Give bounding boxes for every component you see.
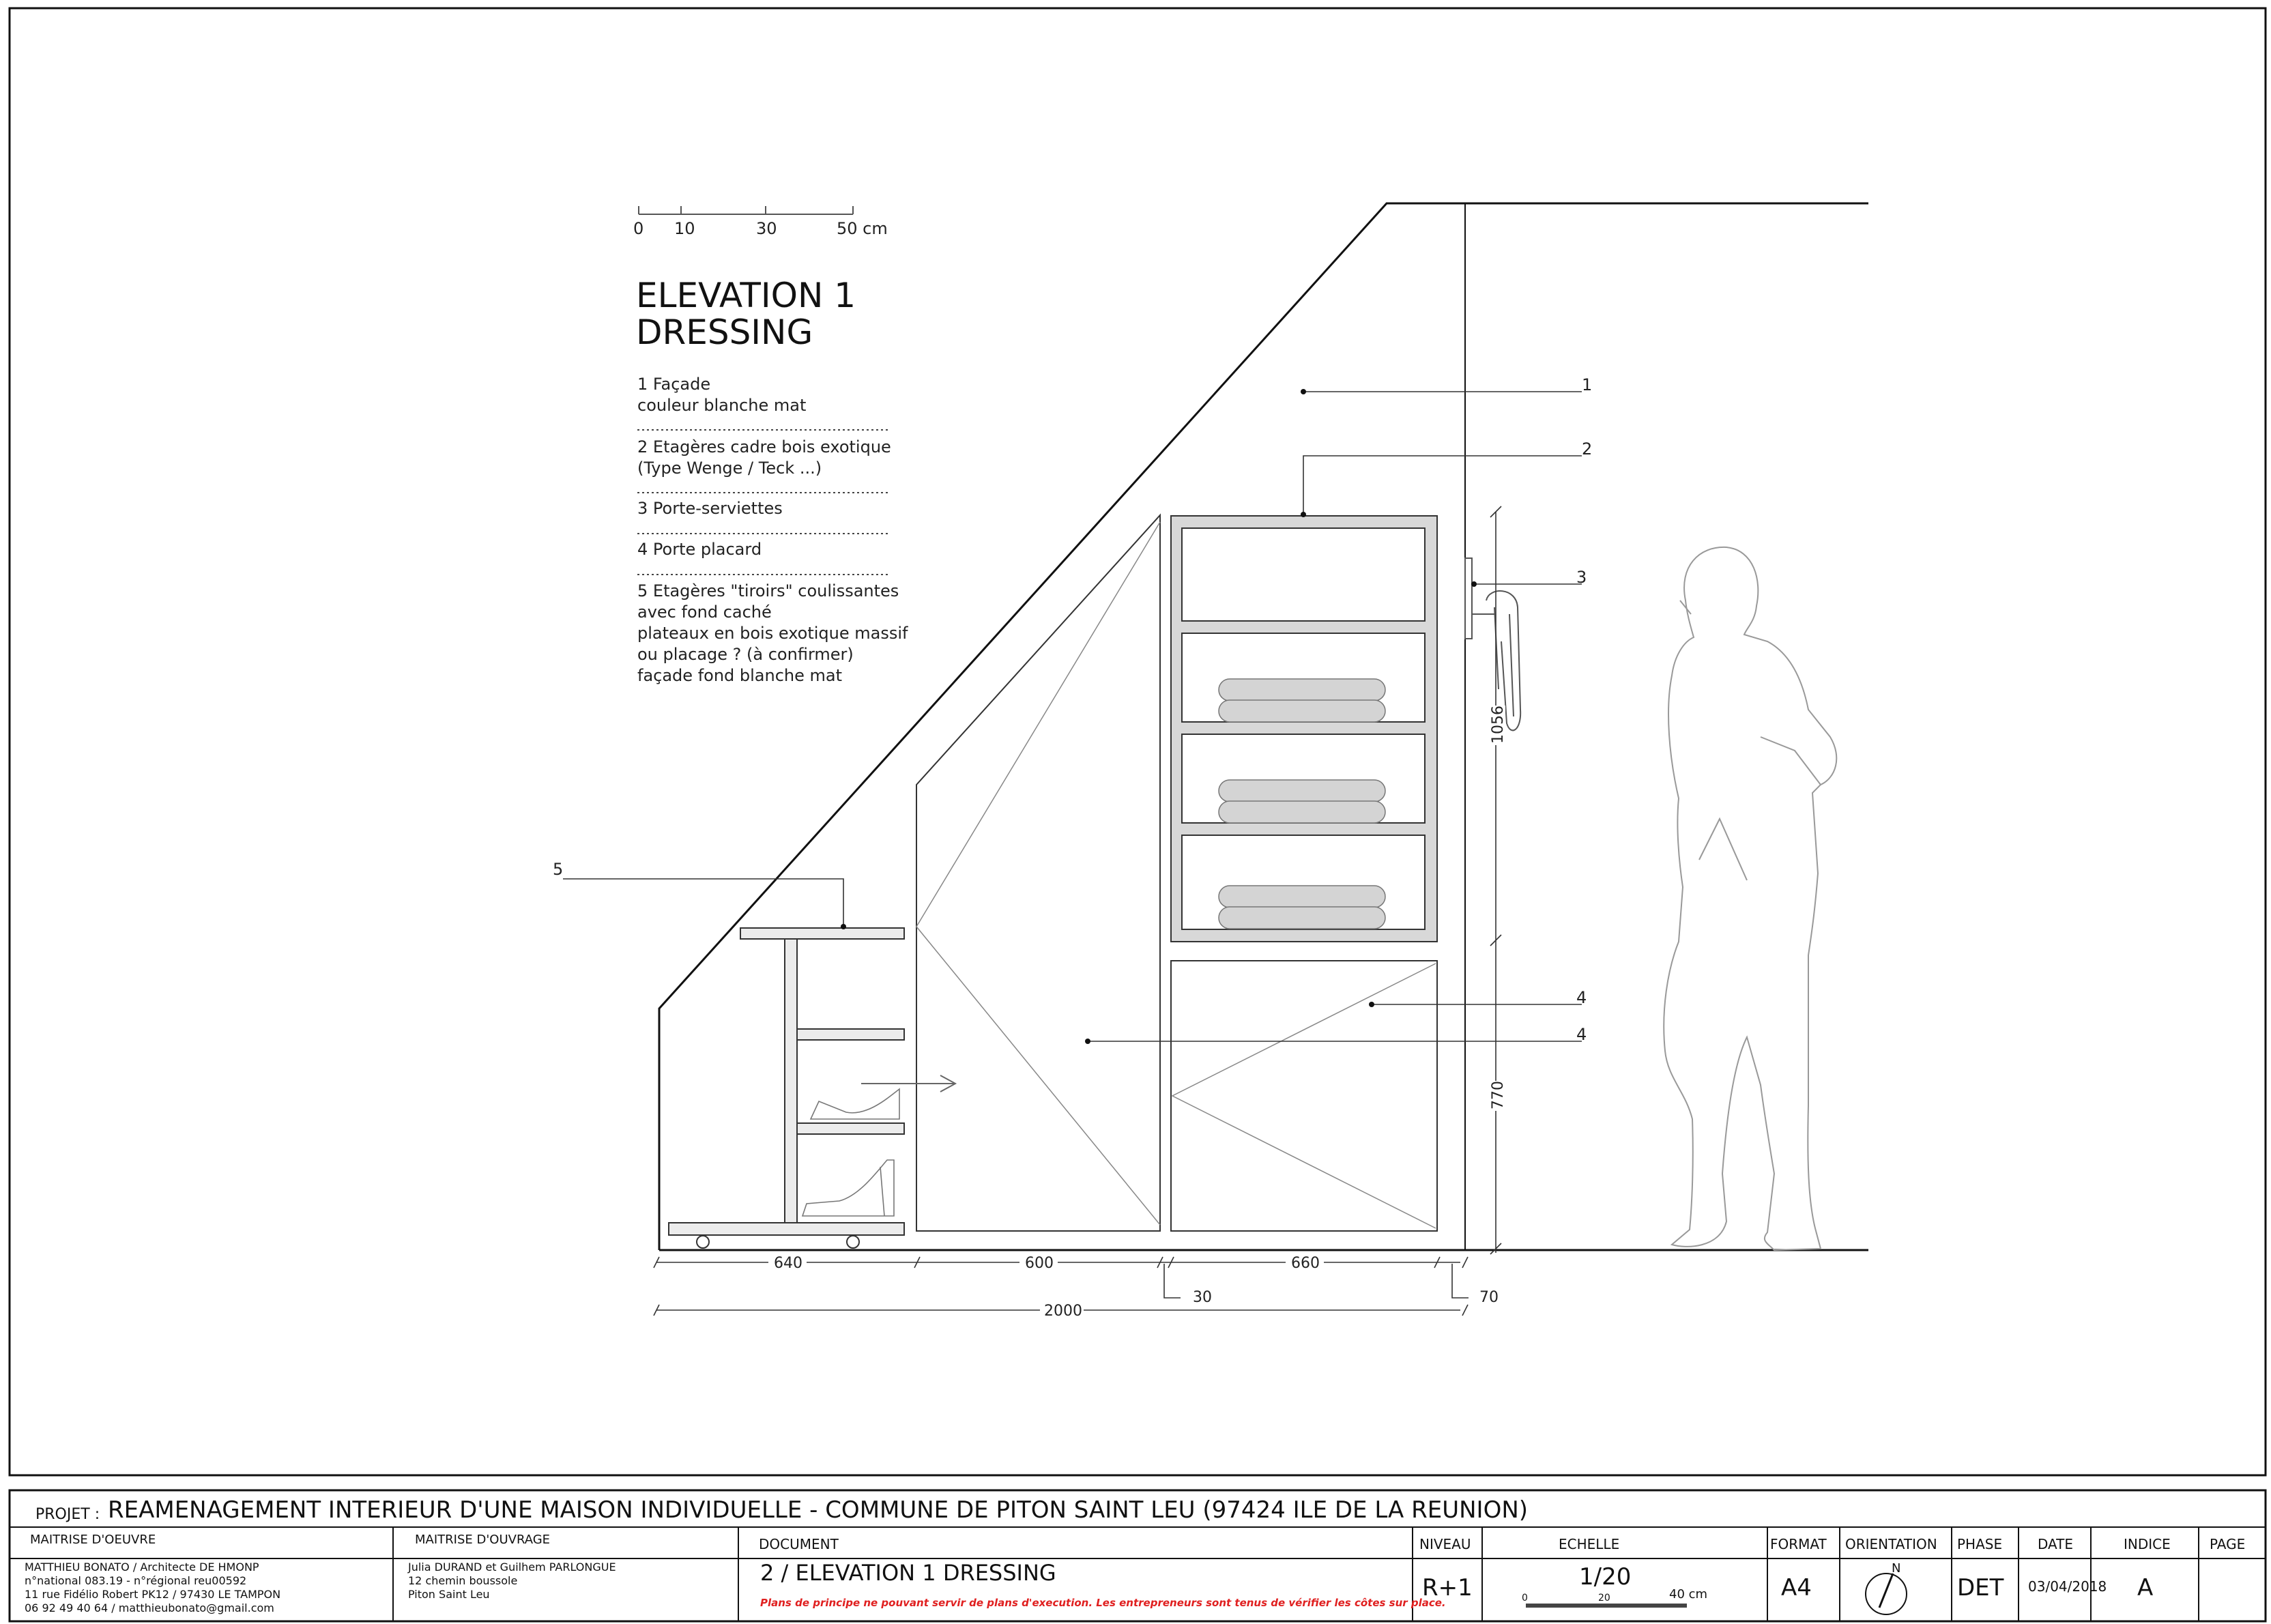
drawing-title-line2: DRESSING: [636, 313, 813, 352]
north-label: N: [1892, 1561, 1900, 1576]
drawing-title-line1: ELEVATION 1: [636, 276, 856, 315]
legend-1-line1: 1 Façade: [637, 375, 710, 394]
dim-770: 770: [1490, 1081, 1507, 1110]
format-label: FORMAT: [1770, 1536, 1827, 1552]
folded-towels: [1218, 678, 1386, 929]
callout-5: 5: [553, 860, 563, 879]
date-value: 03/04/2018: [2028, 1578, 2107, 1595]
shoes-sketch: [801, 1088, 900, 1217]
dim-30: 30: [1193, 1289, 1212, 1306]
date-label: DATE: [2038, 1536, 2073, 1552]
sliding-shelves: [668, 927, 957, 1249]
moe-line2: n°national 083.19 - n°régional reu00592: [25, 1574, 246, 1587]
scale-tick-0: 0: [633, 219, 643, 238]
scale-tick-50: 50 cm: [837, 219, 888, 238]
vertical-dimensions: [1490, 506, 1502, 1255]
legend-2-line1: 2 Etagères cadre bois exotique: [637, 437, 891, 456]
projet-title: REAMENAGEMENT INTERIEUR D'UNE MAISON IND…: [108, 1496, 1528, 1524]
format-value: A4: [1781, 1574, 1812, 1601]
moe-line3: 11 rue Fidélio Robert PK12 / 97430 LE TA…: [25, 1588, 280, 1601]
sloped-closet-door: [916, 513, 1161, 1232]
echelle-label: ECHELLE: [1559, 1536, 1619, 1552]
document-label: DOCUMENT: [759, 1536, 839, 1552]
legend-1-line2: couleur blanche mat: [637, 396, 806, 415]
mo-line2: 12 chemin boussole: [408, 1574, 517, 1587]
graphic-scale-bar: 0 10 30 50 cm: [633, 206, 888, 238]
title-block: PROJET : REAMENAGEMENT INTERIEUR D'UNE M…: [10, 1496, 2266, 1621]
callout-4a: 4: [1576, 988, 1587, 1007]
legend-4-line1: 4 Porte placard: [637, 540, 762, 559]
human-silhouette: [1663, 546, 1838, 1251]
moe-line1: MATTHIEU BONATO / Architecte DE HMONP: [25, 1561, 259, 1574]
legend-5-line5: façade fond blanche mat: [637, 666, 842, 685]
callout-1: 1: [1582, 375, 1592, 394]
mo-line3: Piton Saint Leu: [408, 1588, 490, 1601]
drawing-sheet: 0 10 30 50 cm ELEVATION 1 DRESSING 1 Faç…: [8, 7, 2267, 1623]
mo-label: MAITRISE D'OUVRAGE: [415, 1533, 550, 1547]
indice-label: INDICE: [2124, 1536, 2171, 1552]
legend-2-line2: (Type Wenge / Teck ...): [637, 459, 822, 478]
legend: 1 Façade couleur blanche mat 2 Etagères …: [637, 375, 908, 685]
dim-1056: 1056: [1490, 706, 1507, 744]
orientation-label: ORIENTATION: [1845, 1536, 1937, 1552]
document-title: 2 / ELEVATION 1 DRESSING: [760, 1560, 1056, 1586]
legend-5-line1: 5 Etagères "tiroirs" coulissantes: [637, 581, 899, 600]
legend-5-line4: ou placage ? (à confirmer): [637, 645, 854, 664]
scale-tick-30: 30: [756, 219, 777, 238]
lower-closet-door: [1170, 960, 1438, 1232]
indice-value: A: [2137, 1574, 2153, 1601]
north-arrow-icon: N: [1865, 1561, 1907, 1615]
drawing-frame: [8, 7, 2267, 1477]
legend-5-line3: plateaux en bois exotique massif: [637, 624, 908, 643]
dim-600: 600: [1025, 1255, 1054, 1272]
scale-tick-10: 10: [674, 219, 695, 238]
legend-5-line2: avec fond caché: [637, 603, 772, 622]
niveau-label: NIVEAU: [1419, 1536, 1471, 1552]
phase-label: PHASE: [1957, 1536, 2002, 1552]
page-label: PAGE: [2210, 1536, 2245, 1552]
phase-value: DET: [1957, 1574, 2004, 1601]
dim-70: 70: [1479, 1289, 1499, 1306]
mo-line1: Julia DURAND et Guilhem PARLONGUE: [407, 1561, 616, 1574]
echelle-value: 1/20: [1579, 1563, 1631, 1591]
dim-2000: 2000: [1044, 1303, 1082, 1320]
dim-640: 640: [774, 1255, 802, 1272]
moe-label: MAITRISE D'OEUVRE: [30, 1533, 156, 1547]
disclaimer: Plans de principe ne pouvant servir de p…: [760, 1597, 1446, 1609]
echelle-tick-40: 40 cm: [1669, 1587, 1707, 1601]
echelle-tick-0: 0: [1522, 1593, 1528, 1604]
legend-3-line1: 3 Porte-serviettes: [637, 499, 783, 518]
shelf-unit: [1170, 515, 1438, 942]
projet-label: PROJET :: [35, 1506, 100, 1523]
dim-660: 660: [1291, 1255, 1320, 1272]
niveau-value: R+1: [1422, 1574, 1473, 1601]
moe-line4: 06 92 49 40 64 / matthieubonato@gmail.co…: [25, 1601, 274, 1614]
echelle-tick-20: 20: [1598, 1593, 1610, 1604]
callout-3: 3: [1576, 568, 1587, 587]
callout-4b: 4: [1576, 1025, 1587, 1044]
callout-2: 2: [1582, 439, 1592, 459]
